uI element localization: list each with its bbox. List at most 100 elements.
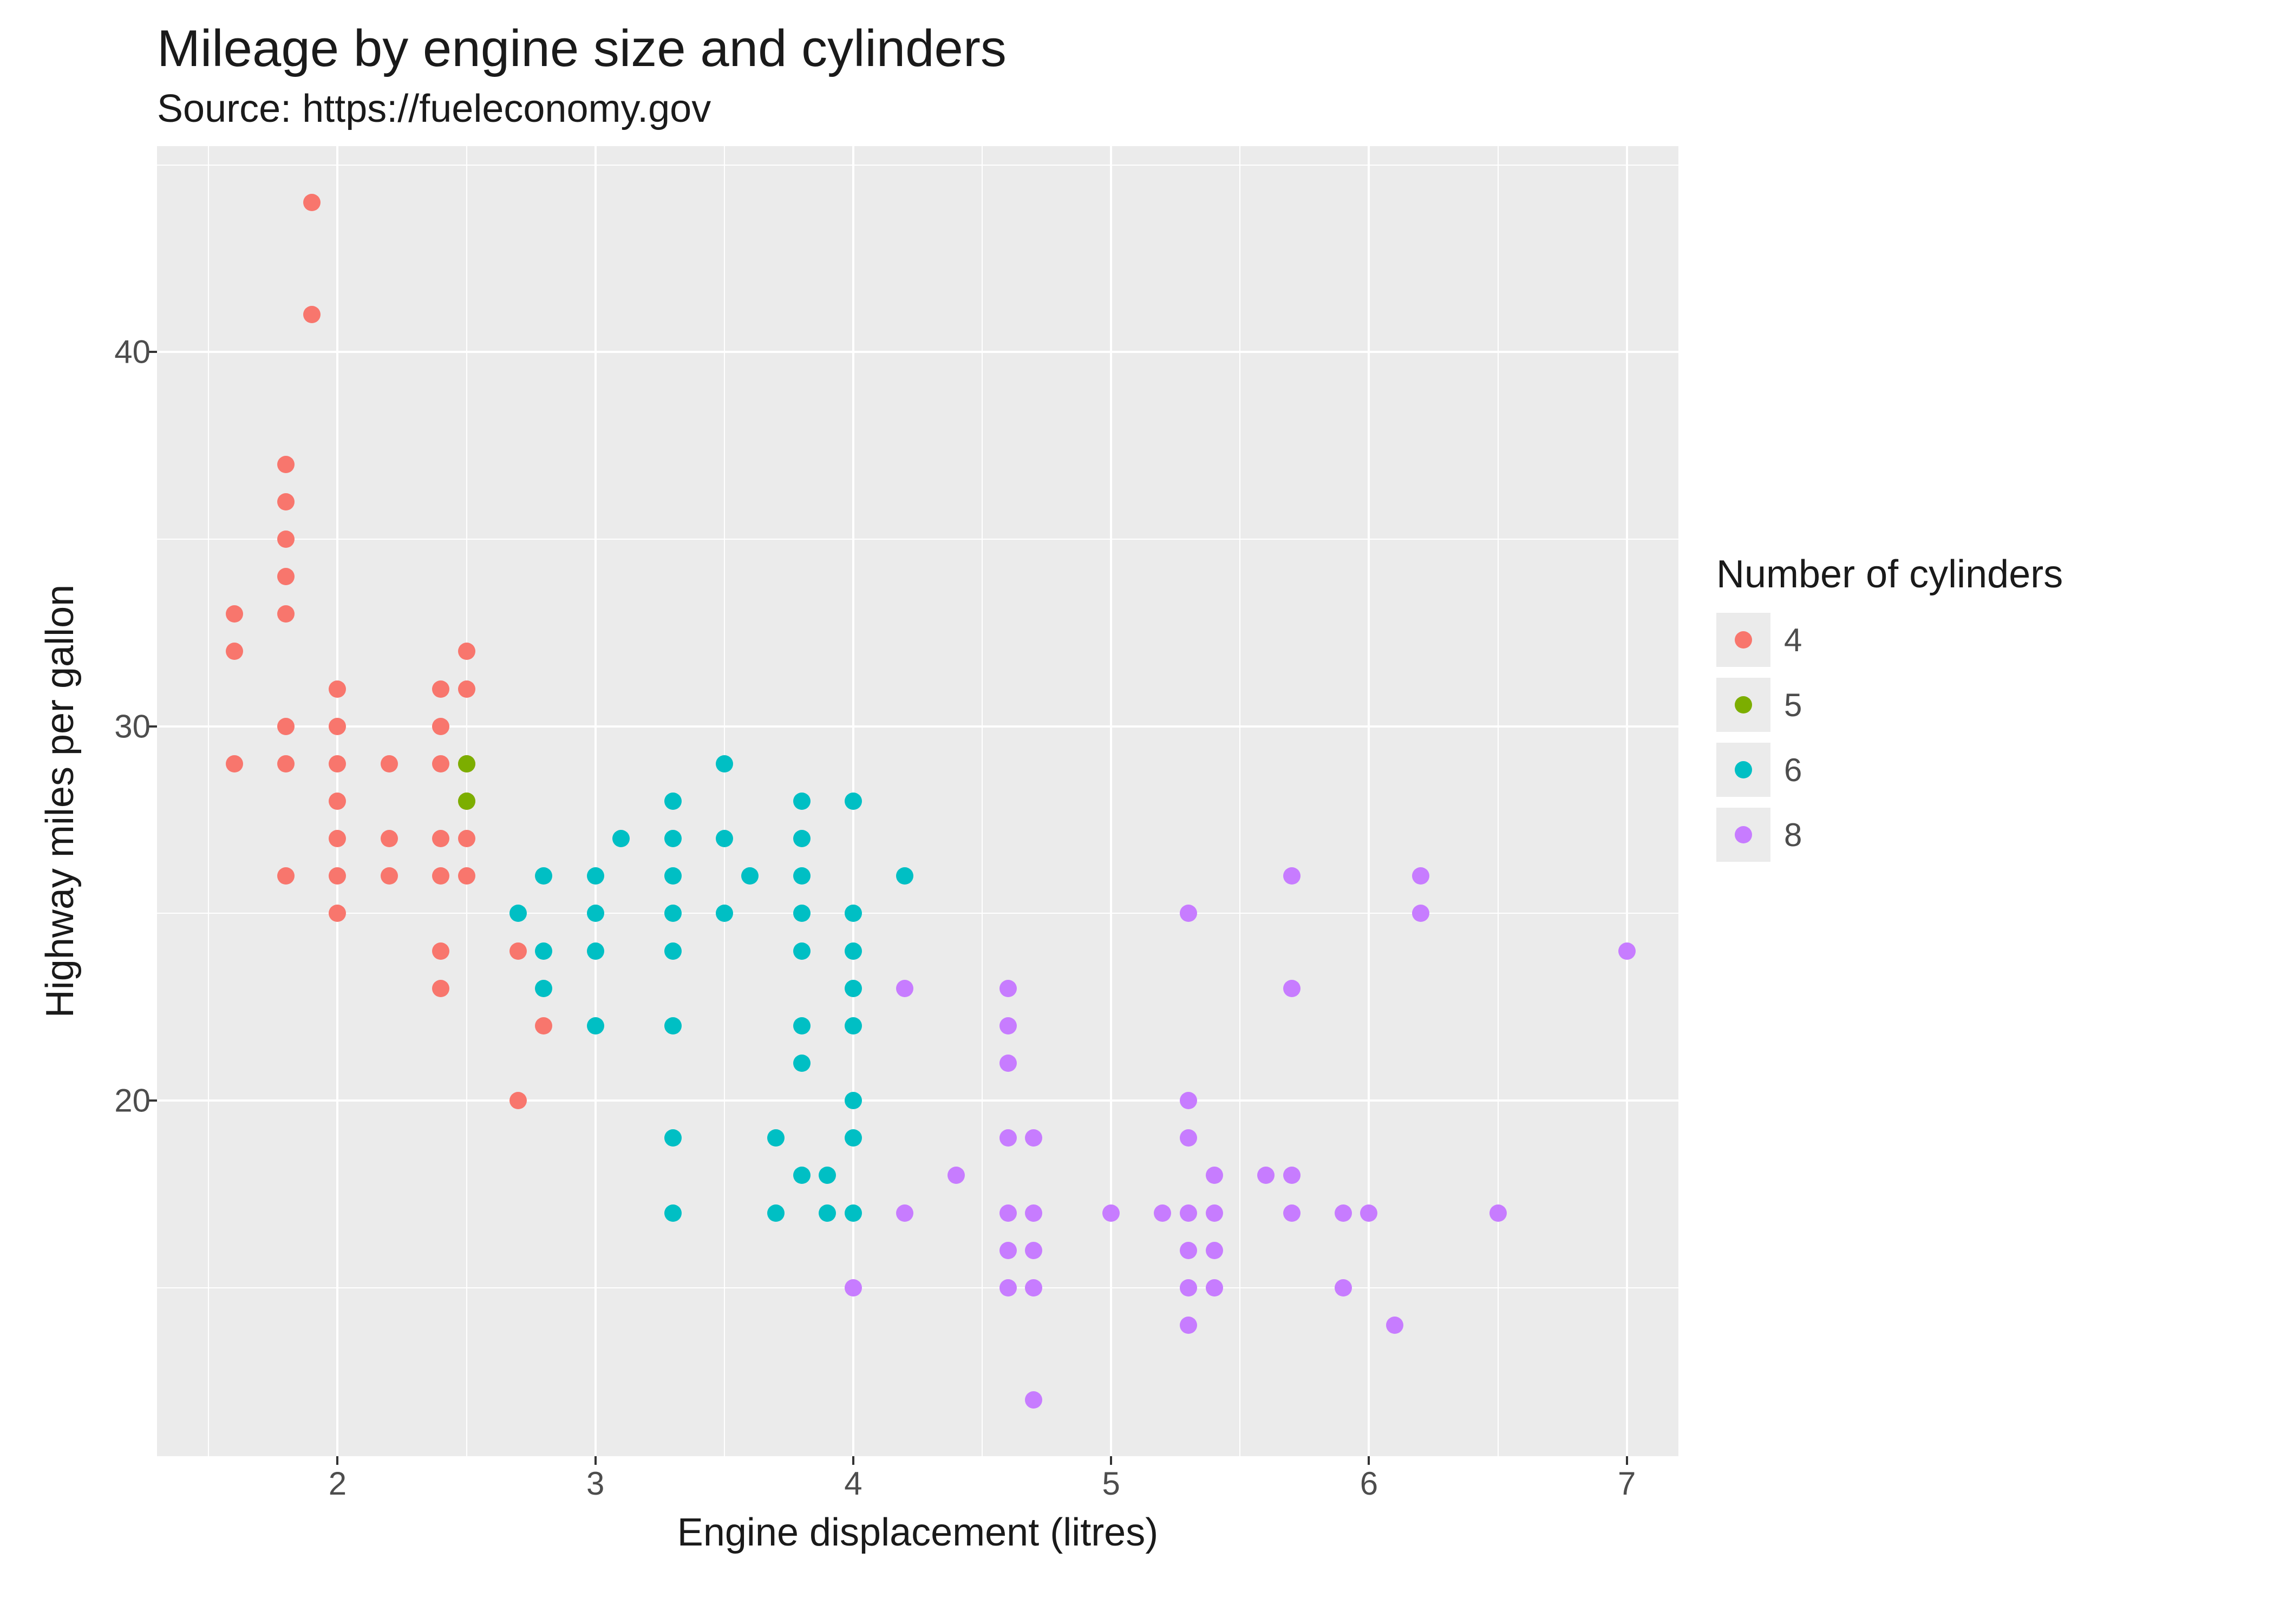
data-point xyxy=(1386,1317,1403,1334)
data-point xyxy=(793,867,811,885)
grid-v-minor xyxy=(208,146,209,1456)
data-point xyxy=(793,793,811,810)
data-point xyxy=(1206,1167,1223,1184)
data-point xyxy=(1025,1279,1042,1296)
data-point xyxy=(845,980,862,997)
data-point xyxy=(1180,1242,1197,1259)
grid-v-major xyxy=(1368,146,1370,1456)
data-point xyxy=(432,942,449,960)
x-tick-mark xyxy=(594,1456,597,1465)
data-point xyxy=(329,680,346,698)
data-point xyxy=(896,980,913,997)
plot-area xyxy=(157,146,1678,1456)
data-point xyxy=(535,867,552,885)
data-point xyxy=(664,793,682,810)
y-axis-label: Highway miles per gallon xyxy=(38,146,81,1456)
data-point xyxy=(587,867,604,885)
x-tick-mark xyxy=(1110,1456,1112,1465)
data-point xyxy=(1180,1092,1197,1109)
data-point xyxy=(612,830,630,847)
data-point xyxy=(303,194,321,211)
data-point xyxy=(1283,867,1301,885)
data-point xyxy=(277,867,295,885)
data-point xyxy=(793,1167,811,1184)
data-point xyxy=(664,1204,682,1222)
data-point xyxy=(1180,1204,1197,1222)
legend-item: 6 xyxy=(1716,743,2204,797)
data-point xyxy=(1206,1242,1223,1259)
grid-v-major xyxy=(1626,146,1628,1456)
data-point xyxy=(226,643,243,660)
legend-item: 4 xyxy=(1716,613,2204,667)
data-point xyxy=(664,867,682,885)
legend-item: 8 xyxy=(1716,808,2204,862)
grid-v-minor xyxy=(1498,146,1499,1456)
data-point xyxy=(716,905,733,922)
x-tick-mark xyxy=(1626,1456,1628,1465)
legend-title: Number of cylinders xyxy=(1716,552,2204,597)
data-point xyxy=(664,1129,682,1147)
data-point xyxy=(329,867,346,885)
grid-h-minor xyxy=(157,165,1678,166)
x-tick-label: 7 xyxy=(1618,1465,1636,1502)
legend-dot-icon xyxy=(1735,761,1752,778)
data-point xyxy=(277,531,295,548)
data-point xyxy=(277,755,295,772)
data-point xyxy=(329,905,346,922)
data-point xyxy=(226,605,243,623)
data-point xyxy=(1489,1204,1507,1222)
data-point xyxy=(432,755,449,772)
data-point xyxy=(1025,1204,1042,1222)
data-point xyxy=(432,867,449,885)
data-point xyxy=(1412,867,1429,885)
data-point xyxy=(664,905,682,922)
data-point xyxy=(999,1242,1017,1259)
x-tick-label: 5 xyxy=(1102,1465,1120,1502)
legend-key xyxy=(1716,808,1770,862)
data-point xyxy=(767,1204,785,1222)
data-point xyxy=(664,830,682,847)
data-point xyxy=(587,942,604,960)
data-point xyxy=(329,755,346,772)
data-point xyxy=(458,830,475,847)
grid-v-minor xyxy=(1239,146,1240,1456)
data-point xyxy=(535,980,552,997)
data-point xyxy=(277,605,295,623)
data-point xyxy=(587,905,604,922)
data-point xyxy=(845,1017,862,1034)
data-point xyxy=(1025,1391,1042,1409)
data-point xyxy=(432,980,449,997)
data-point xyxy=(999,1204,1017,1222)
x-tick-label: 6 xyxy=(1360,1465,1378,1502)
data-point xyxy=(845,905,862,922)
x-tick-mark xyxy=(336,1456,338,1465)
grid-h-major xyxy=(157,351,1678,353)
data-point xyxy=(999,980,1017,997)
data-point xyxy=(793,830,811,847)
legend-label: 8 xyxy=(1784,816,1802,854)
data-point xyxy=(1206,1204,1223,1222)
data-point xyxy=(1154,1204,1171,1222)
y-tick-label: 20 xyxy=(114,1082,151,1119)
data-point xyxy=(535,1017,552,1034)
data-point xyxy=(845,1279,862,1296)
data-point xyxy=(845,942,862,960)
data-point xyxy=(381,755,398,772)
data-point xyxy=(896,867,913,885)
data-point xyxy=(999,1017,1017,1034)
data-point xyxy=(1180,905,1197,922)
legend-key xyxy=(1716,743,1770,797)
grid-h-major xyxy=(157,725,1678,728)
data-point xyxy=(432,830,449,847)
data-point xyxy=(664,1017,682,1034)
data-point xyxy=(329,830,346,847)
data-point xyxy=(1025,1129,1042,1147)
chart-title: Mileage by engine size and cylinders xyxy=(157,19,1007,78)
grid-h-major xyxy=(157,1099,1678,1102)
data-point xyxy=(458,793,475,810)
data-point xyxy=(999,1129,1017,1147)
grid-h-minor xyxy=(157,539,1678,540)
data-point xyxy=(329,793,346,810)
data-point xyxy=(432,680,449,698)
x-axis-label: Engine displacement (litres) xyxy=(157,1510,1678,1555)
